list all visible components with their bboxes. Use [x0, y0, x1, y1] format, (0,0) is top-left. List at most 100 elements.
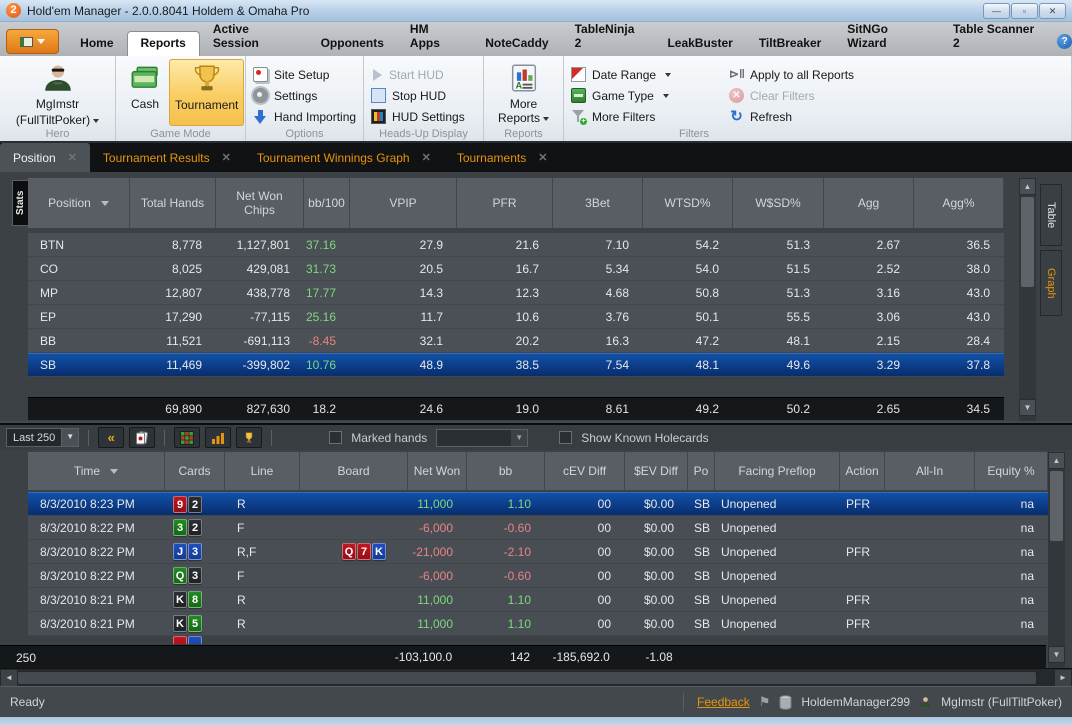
- stats-scrollbar[interactable]: ▲ ▼: [1019, 178, 1036, 421]
- chevron-down-icon[interactable]: [110, 468, 119, 474]
- stats-column-header-3bet[interactable]: 3Bet: [553, 178, 643, 228]
- scroll-right-icon[interactable]: ►: [1055, 670, 1071, 686]
- grid-view-button[interactable]: [174, 427, 201, 448]
- stats-column-header-net-won-chips[interactable]: Net Won Chips: [216, 178, 304, 228]
- hands-row[interactable]: 8/3/2010 8:22 PM Q 3 F -6,000 -0.60 00 $0.00 SB U…: [28, 564, 1048, 588]
- chevron-down-icon[interactable]: [100, 200, 109, 206]
- hands-scrollbar[interactable]: ▲ ▼: [1048, 452, 1065, 668]
- hands-column-header-cards[interactable]: Cards: [165, 452, 225, 490]
- doc-tab-tournament-results[interactable]: Tournament Results ✕: [90, 143, 244, 172]
- hud-settings-button[interactable]: HUD Settings: [371, 106, 476, 127]
- hands-row[interactable]: 8/3/2010 8:23 PM 9 2 R 11,000 1.10 00 $0.00 SB Un…: [28, 492, 1048, 516]
- refresh-button[interactable]: ↻ Refresh: [729, 106, 854, 127]
- menu-tab-sitngo-wizard[interactable]: SitNGo Wizard: [834, 18, 940, 56]
- cash-button[interactable]: Cash: [123, 59, 167, 126]
- menu-tab-tableninja-2[interactable]: TableNinja 2: [562, 18, 655, 56]
- stats-row-bb[interactable]: BB 11,521 -691,113 -8.45 32.1 20.2 16.3 47.2 48.…: [28, 329, 1004, 353]
- hands-row[interactable]: 8/3/2010 8:21 PM K 5 R 11,000 1.10 00 $0.00 SB Un…: [28, 612, 1048, 636]
- horizontal-scrollbar[interactable]: ◄ ►: [0, 668, 1072, 686]
- scroll-down-icon[interactable]: ▼: [1048, 646, 1065, 663]
- hands-column-header-time[interactable]: Time: [28, 452, 165, 490]
- hands-column-header-cev-diff[interactable]: cEV Diff: [545, 452, 625, 490]
- stats-column-header-pfr[interactable]: PFR: [457, 178, 553, 228]
- scroll-up-icon[interactable]: ▲: [1019, 178, 1036, 195]
- chart-view-button[interactable]: [205, 427, 232, 448]
- current-user[interactable]: MgImstr (FullTiltPoker): [941, 695, 1062, 709]
- site-setup-button[interactable]: Site Setup: [253, 64, 356, 85]
- stats-row-mp[interactable]: MP 12,807 438,778 17.77 14.3 12.3 4.68 50.8 51.3…: [28, 281, 1004, 305]
- stats-column-header-bb-100[interactable]: bb/100: [304, 178, 350, 228]
- hands-column-header-equity[interactable]: Equity %: [975, 452, 1048, 490]
- hands-column-header-all-in[interactable]: All-In: [885, 452, 975, 490]
- stats-row-co[interactable]: CO 8,025 429,081 31.73 20.5 16.7 5.34 54.0 51.5 2…: [28, 257, 1004, 281]
- stats-column-header-wtsd[interactable]: WTSD%: [643, 178, 733, 228]
- stats-row-btn[interactable]: BTN 8,778 1,127,801 37.16 27.9 21.6 7.10 54.2 51…: [28, 233, 1004, 257]
- close-icon[interactable]: ✕: [422, 151, 431, 164]
- hands-column-header-facing-preflop[interactable]: Facing Preflop: [715, 452, 840, 490]
- stats-column-header-w-sd[interactable]: W$SD%: [733, 178, 824, 228]
- hands-column-header-board[interactable]: Board: [300, 452, 408, 490]
- graph-side-tab[interactable]: Graph: [1040, 250, 1062, 316]
- hands-column-header-action[interactable]: Action: [840, 452, 885, 490]
- hero-player-button[interactable]: MgImstr (FullTiltPoker): [7, 59, 108, 129]
- hands-column-header-line[interactable]: Line: [225, 452, 300, 490]
- scroll-left-icon[interactable]: ◄: [1, 670, 17, 686]
- menu-tab-tiltbreaker[interactable]: TiltBreaker: [746, 32, 834, 56]
- close-icon[interactable]: ✕: [538, 151, 547, 164]
- scroll-thumb[interactable]: [1050, 471, 1063, 541]
- close-icon[interactable]: ✕: [68, 151, 77, 164]
- stop-hud-button[interactable]: Stop HUD: [371, 85, 476, 106]
- stats-column-header-total-hands[interactable]: Total Hands: [130, 178, 216, 228]
- more-filters-button[interactable]: + More Filters: [571, 106, 719, 127]
- date-range-button[interactable]: Date Range: [571, 64, 719, 85]
- game-type-button[interactable]: Game Type: [571, 85, 719, 106]
- stats-column-header-agg[interactable]: Agg: [824, 178, 914, 228]
- scroll-thumb[interactable]: [18, 672, 1036, 684]
- menu-tab-table-scanner-2[interactable]: Table Scanner 2: [940, 18, 1053, 56]
- close-icon[interactable]: ✕: [222, 151, 231, 164]
- menu-tab-reports[interactable]: Reports: [126, 31, 200, 56]
- doc-tab-tournament-winnings-graph[interactable]: Tournament Winnings Graph ✕: [244, 143, 444, 172]
- doc-tab-tournaments[interactable]: Tournaments ✕: [444, 143, 561, 172]
- tourney-view-button[interactable]: [236, 427, 263, 448]
- hands-row[interactable]: 8/3/2010 8:21 PM K 8 R 11,000 1.10 00 $0.00 SB Un…: [28, 588, 1048, 612]
- more-reports-button[interactable]: A More Reports: [491, 59, 556, 127]
- show-known-holecards-checkbox[interactable]: [559, 431, 573, 444]
- menu-tab-hm-apps[interactable]: HM Apps: [397, 18, 472, 56]
- stats-column-header-vpip[interactable]: VPIP: [350, 178, 457, 228]
- scroll-up-icon[interactable]: ▲: [1048, 452, 1065, 469]
- close-button[interactable]: ✕: [1039, 2, 1066, 19]
- stats-column-header-agg[interactable]: Agg%: [914, 178, 1004, 228]
- apply-all-reports-button[interactable]: ⊳‖ Apply to all Reports: [729, 64, 854, 85]
- table-side-tab[interactable]: Table: [1040, 184, 1062, 246]
- settings-button[interactable]: Settings: [253, 85, 356, 106]
- scroll-thumb[interactable]: [1021, 197, 1034, 287]
- hands-column-header-net-won[interactable]: Net Won: [408, 452, 467, 490]
- hand-importing-button[interactable]: Hand Importing: [253, 106, 356, 127]
- replay-hand-button[interactable]: «: [98, 427, 125, 448]
- scroll-down-icon[interactable]: ▼: [1019, 399, 1036, 416]
- help-icon[interactable]: ?: [1057, 34, 1072, 49]
- stats-row-ep[interactable]: EP 17,290 -77,115 25.16 11.7 10.6 3.76 50.1 55.5…: [28, 305, 1004, 329]
- hands-column-header-po[interactable]: Po: [688, 452, 715, 490]
- clear-filters-button[interactable]: ✕ Clear Filters: [729, 85, 854, 106]
- hands-column-header-bb[interactable]: bb: [467, 452, 545, 490]
- menu-tab-active-session[interactable]: Active Session: [200, 18, 308, 56]
- stats-column-header-position[interactable]: Position: [28, 178, 130, 228]
- tournament-button[interactable]: Tournament: [169, 59, 245, 126]
- stats-row-sb[interactable]: SB 11,469 -399,802 10.76 48.9 38.5 7.54 48.1 49.…: [28, 353, 1004, 377]
- start-hud-button[interactable]: Start HUD: [371, 64, 476, 85]
- menu-tab-leakbuster[interactable]: LeakBuster: [654, 32, 745, 56]
- menu-tab-opponents[interactable]: Opponents: [308, 32, 397, 56]
- hands-row[interactable]: 8/3/2010 8:22 PM J 3 R,F Q 7 K -21,000 -2.10 00 $0…: [28, 540, 1048, 564]
- stats-side-tab[interactable]: Stats: [12, 180, 29, 226]
- hands-column-header-ev-diff[interactable]: $EV Diff: [625, 452, 688, 490]
- database-name[interactable]: HoldemManager299: [801, 695, 910, 709]
- maximize-button[interactable]: ▫: [1011, 2, 1038, 19]
- menu-tab-notecaddy[interactable]: NoteCaddy: [472, 32, 561, 56]
- doc-tab-position[interactable]: Position ✕: [0, 143, 90, 172]
- application-menu-button[interactable]: [6, 29, 60, 54]
- menu-tab-home[interactable]: Home: [67, 32, 126, 56]
- marked-hands-select[interactable]: ▼: [436, 428, 529, 447]
- minimize-button[interactable]: —: [983, 2, 1010, 19]
